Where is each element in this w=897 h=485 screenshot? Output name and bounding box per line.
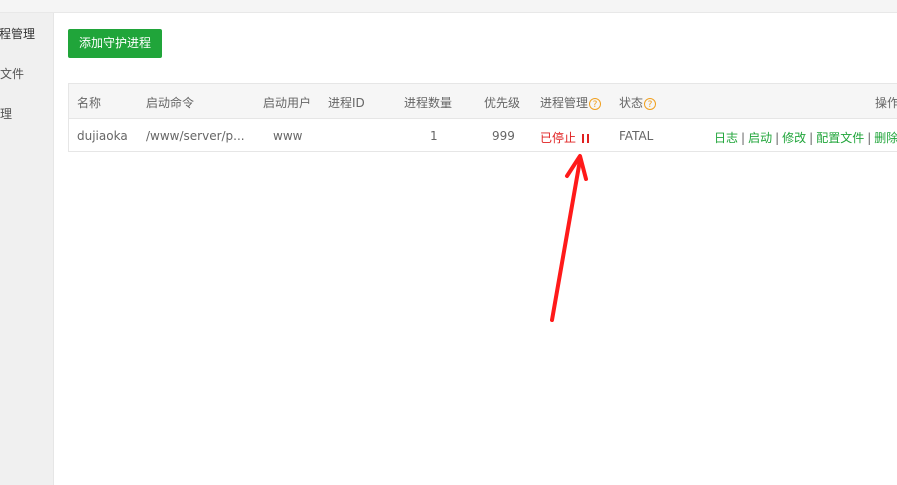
header-actions: 操作 bbox=[875, 96, 897, 110]
header-command: 启动命令 bbox=[146, 96, 195, 110]
action-separator: | bbox=[809, 131, 814, 145]
config-file-link[interactable]: 配置文件 bbox=[816, 131, 864, 145]
header-manage: 进程管理? bbox=[540, 94, 602, 111]
header-user: 启动用户 bbox=[263, 96, 312, 110]
header-pid: 进程ID bbox=[328, 96, 365, 110]
cell-manage: 已停止 bbox=[540, 129, 590, 146]
pause-icon[interactable] bbox=[582, 134, 590, 143]
annotation-arrow-icon bbox=[550, 154, 588, 322]
help-icon[interactable]: ? bbox=[644, 97, 657, 110]
process-table: 名称 启动命令 启动用户 进程ID 进程数量 优先级 进程管理? 状态? 操作 … bbox=[68, 83, 897, 152]
header-status-label: 状态 bbox=[619, 96, 644, 110]
header-status: 状态? bbox=[619, 94, 657, 111]
cell-priority: 999 bbox=[492, 129, 515, 143]
cell-user: www bbox=[273, 129, 303, 143]
help-icon[interactable]: ? bbox=[589, 97, 602, 110]
sidebar-item-manage[interactable]: 理 bbox=[0, 105, 12, 122]
action-separator: | bbox=[741, 131, 746, 145]
action-separator: | bbox=[775, 131, 780, 145]
sidebar-item-files[interactable]: 文件 bbox=[0, 65, 24, 82]
cell-actions: 日志 | 启动 | 修改 | 配置文件 | 删除 bbox=[714, 129, 897, 146]
action-separator: | bbox=[867, 131, 872, 145]
cell-name: dujiaoka bbox=[77, 129, 128, 143]
sidebar-item-process-manage[interactable]: 程管理 bbox=[0, 25, 35, 42]
stopped-status[interactable]: 已停止 bbox=[540, 131, 576, 145]
sidebar: 程管理 文件 理 bbox=[0, 13, 54, 485]
edit-link[interactable]: 修改 bbox=[782, 131, 806, 145]
header-manage-label: 进程管理 bbox=[540, 96, 589, 110]
add-daemon-button[interactable]: 添加守护进程 bbox=[68, 29, 162, 58]
cell-count: 1 bbox=[430, 129, 438, 143]
cell-status: FATAL bbox=[619, 129, 654, 143]
table-header: 名称 启动命令 启动用户 进程ID 进程数量 优先级 进程管理? 状态? 操作 bbox=[69, 84, 897, 119]
log-link[interactable]: 日志 bbox=[714, 131, 738, 145]
cell-command: /www/server/p... bbox=[146, 129, 245, 143]
header-name: 名称 bbox=[77, 96, 102, 110]
header-count: 进程数量 bbox=[404, 96, 453, 110]
header-priority: 优先级 bbox=[484, 96, 521, 110]
delete-link[interactable]: 删除 bbox=[874, 131, 897, 145]
start-link[interactable]: 启动 bbox=[748, 131, 772, 145]
top-bar bbox=[0, 0, 897, 13]
